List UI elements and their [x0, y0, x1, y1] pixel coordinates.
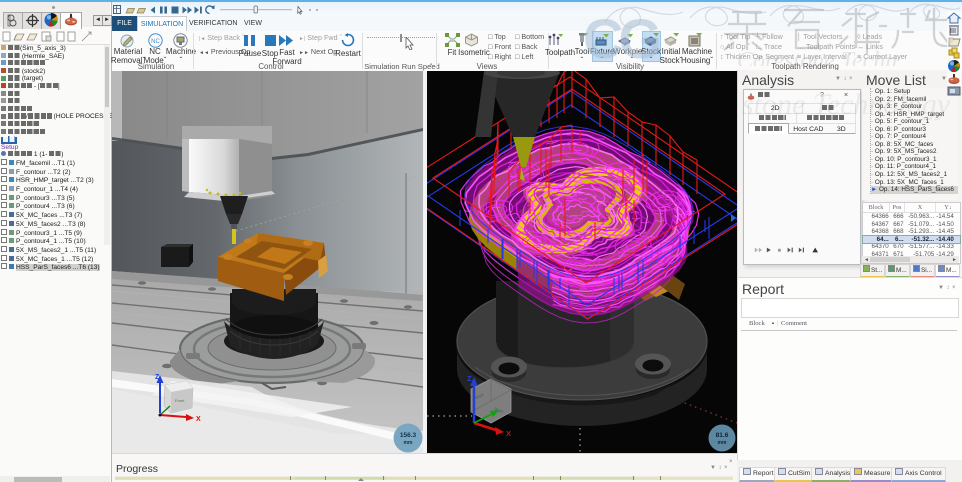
svg-text:81.6: 81.6: [716, 432, 729, 439]
svg-text:NC: NC: [151, 39, 160, 45]
svg-text:Front: Front: [175, 398, 185, 403]
svg-text:156.3: 156.3: [400, 432, 417, 439]
svg-text:Z: Z: [155, 374, 160, 381]
svg-text:mm: mm: [404, 440, 413, 446]
svg-text:Z: Z: [467, 374, 472, 383]
svg-text:X: X: [506, 429, 511, 438]
svg-text:X: X: [196, 416, 201, 423]
svg-text:mm: mm: [718, 440, 727, 446]
